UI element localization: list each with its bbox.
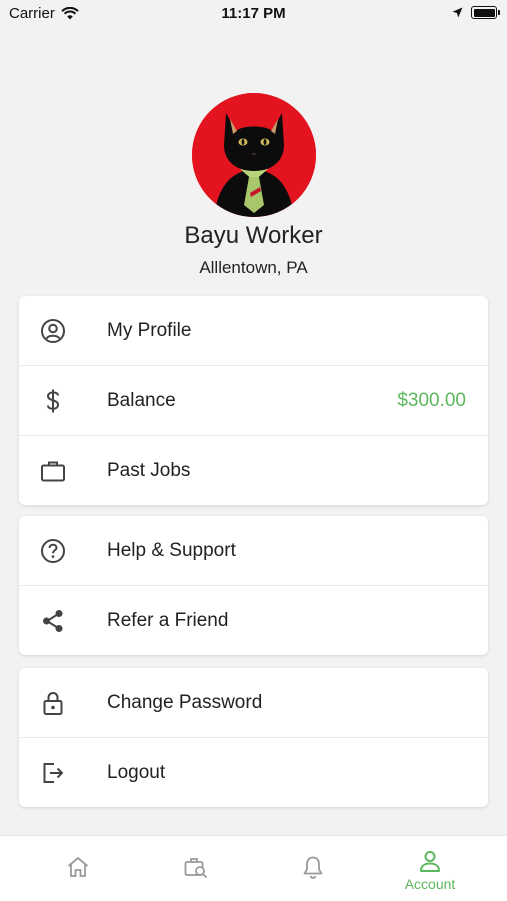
avatar-cat-image — [192, 93, 316, 217]
bell-icon — [303, 856, 323, 879]
tab-account-label: Account — [404, 876, 456, 892]
menu-item-balance[interactable]: Balance $300.00 — [19, 365, 488, 435]
bottom-tab-bar: Account — [0, 835, 507, 901]
tab-home[interactable] — [15, 836, 141, 901]
account-icon — [420, 851, 440, 872]
menu-item-past-jobs[interactable]: Past Jobs — [19, 435, 488, 505]
menu-item-label: Past Jobs — [107, 459, 191, 481]
menu-item-my-profile[interactable]: My Profile — [19, 296, 488, 365]
menu-item-help-support[interactable]: Help & Support — [19, 516, 488, 585]
menu-item-label: Refer a Friend — [107, 609, 229, 631]
security-menu-card: Change Password Logout — [19, 668, 488, 807]
search-jobs-icon — [184, 858, 208, 879]
status-indicators — [452, 6, 500, 19]
status-time: 11:17 PM — [221, 5, 286, 22]
tab-account[interactable]: Account — [367, 836, 493, 901]
location-arrow-icon — [452, 7, 463, 18]
menu-item-label: My Profile — [107, 319, 192, 341]
profile-name: Bayu Worker — [184, 222, 323, 249]
user-circle-icon — [39, 317, 67, 345]
dollar-icon — [39, 387, 67, 415]
briefcase-icon — [39, 457, 67, 485]
support-menu-card: Help & Support Refer a Friend — [19, 516, 488, 655]
tab-find-jobs[interactable] — [133, 836, 259, 901]
menu-item-refer-friend[interactable]: Refer a Friend — [19, 585, 488, 655]
balance-amount: $300.00 — [397, 389, 466, 411]
menu-item-label: Balance — [107, 389, 176, 411]
battery-icon — [471, 6, 500, 19]
logout-icon — [39, 759, 67, 787]
menu-item-change-password[interactable]: Change Password — [19, 668, 488, 737]
tab-notifications[interactable] — [250, 836, 376, 901]
share-icon — [39, 607, 67, 635]
profile-location: Alllentown, PA — [199, 258, 308, 277]
home-icon — [67, 856, 89, 877]
avatar[interactable] — [192, 93, 316, 217]
menu-item-label: Logout — [107, 761, 166, 783]
account-menu-card: My Profile Balance $300.00 Past Jobs — [19, 296, 488, 505]
menu-item-logout[interactable]: Logout — [19, 737, 488, 807]
menu-item-label: Change Password — [107, 691, 263, 713]
question-circle-icon — [39, 537, 67, 565]
lock-icon — [39, 689, 67, 717]
menu-item-label: Help & Support — [107, 539, 236, 561]
status-bar: Carrier 11:17 PM — [0, 0, 507, 28]
